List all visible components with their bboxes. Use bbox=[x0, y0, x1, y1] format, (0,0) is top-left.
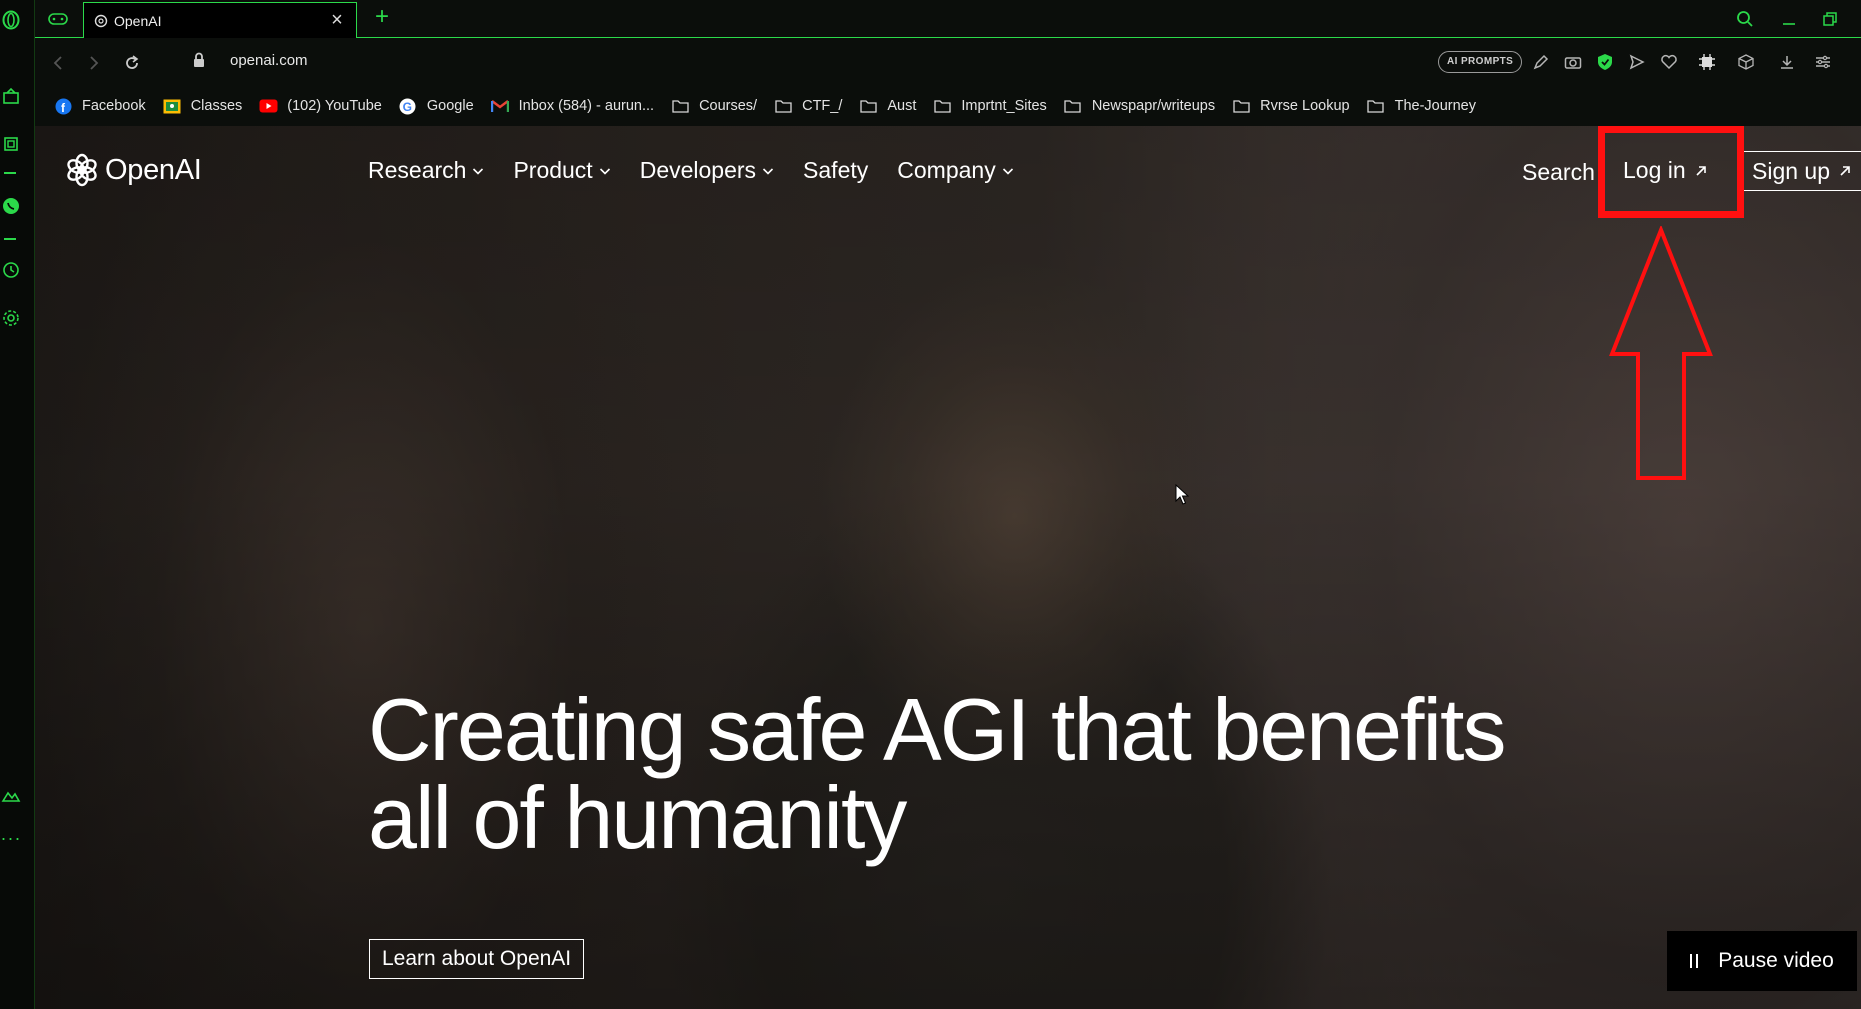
gmail-icon bbox=[490, 97, 510, 115]
tab-title: OpenAI bbox=[114, 12, 162, 29]
learn-about-openai-button[interactable]: Learn about OpenAI bbox=[369, 939, 585, 979]
minimize-icon[interactable] bbox=[1776, 6, 1802, 32]
edit-icon[interactable] bbox=[1529, 50, 1553, 74]
address-bar: openai.com AI PROMPTS bbox=[35, 38, 1861, 86]
pause-video-button[interactable]: Pause video bbox=[1667, 931, 1857, 991]
hero-heading-line-2: all of humanity bbox=[368, 768, 907, 867]
close-tab-icon[interactable]: × bbox=[326, 9, 348, 31]
main-nav: Research Product Developers Safety Compa… bbox=[368, 157, 1043, 184]
lock-icon[interactable] bbox=[192, 52, 206, 73]
up-arrow-annotation bbox=[1609, 226, 1713, 480]
back-icon[interactable] bbox=[45, 50, 71, 76]
bookmark-facebook[interactable]: f Facebook bbox=[53, 97, 146, 115]
mouse-cursor-icon bbox=[1175, 484, 1189, 505]
folder-icon bbox=[858, 97, 878, 115]
login-highlight-box bbox=[1598, 126, 1744, 218]
gx-corner-icon[interactable] bbox=[0, 132, 22, 156]
history-icon[interactable] bbox=[0, 258, 22, 282]
classroom-icon bbox=[162, 97, 182, 115]
logo-text: OpenAI bbox=[105, 153, 202, 186]
hero-heading-line-1: Creating safe AGI that benefits bbox=[368, 680, 1506, 779]
folder-icon bbox=[1063, 97, 1083, 115]
tab-strip: OpenAI × + bbox=[35, 0, 1861, 38]
chevron-down-icon bbox=[599, 167, 610, 175]
bookmark-folder-courses[interactable]: Courses/ bbox=[670, 97, 757, 115]
gx-control-icon[interactable] bbox=[0, 84, 22, 108]
heart-icon[interactable] bbox=[1657, 50, 1681, 74]
side-rail-divider bbox=[4, 172, 16, 174]
chevron-down-icon bbox=[473, 167, 484, 175]
url-field[interactable]: openai.com bbox=[230, 52, 308, 69]
restore-icon[interactable] bbox=[1817, 6, 1843, 32]
shield-icon[interactable] bbox=[1593, 50, 1617, 74]
google-icon: G bbox=[398, 97, 418, 115]
easy-setup-icon[interactable] bbox=[1811, 50, 1835, 74]
signup-button[interactable]: Sign up bbox=[1741, 151, 1861, 191]
bookmark-folder-imprtnt-sites[interactable]: Imprtnt_Sites bbox=[932, 97, 1047, 115]
tab-openai[interactable]: OpenAI × bbox=[83, 2, 357, 38]
openai-homepage: OpenAI Research Product Developers Safet… bbox=[35, 126, 1861, 1009]
nav-research[interactable]: Research bbox=[368, 157, 484, 184]
openai-knot-icon bbox=[65, 153, 99, 187]
facebook-icon: f bbox=[53, 97, 73, 115]
search-tabs-icon[interactable] bbox=[1732, 6, 1758, 32]
bookmark-folder-the-journey[interactable]: The-Journey bbox=[1366, 97, 1476, 115]
reload-icon[interactable] bbox=[119, 50, 145, 76]
bookmark-youtube[interactable]: (102) YouTube bbox=[258, 97, 382, 115]
nav-company[interactable]: Company bbox=[897, 157, 1013, 184]
youtube-icon bbox=[258, 97, 278, 115]
openai-logo[interactable]: OpenAI bbox=[65, 153, 202, 187]
nav-safety[interactable]: Safety bbox=[803, 157, 868, 184]
pause-icon bbox=[1690, 954, 1702, 968]
bookmark-folder-rvrse-lookup[interactable]: Rvrse Lookup bbox=[1231, 97, 1350, 115]
external-arrow-icon bbox=[1840, 166, 1850, 176]
folder-icon bbox=[773, 97, 793, 115]
search-link[interactable]: Search bbox=[1522, 159, 1595, 186]
openai-favicon-icon bbox=[94, 14, 108, 28]
whatsapp-icon[interactable] bbox=[0, 194, 22, 218]
new-tab-icon[interactable]: + bbox=[370, 5, 394, 30]
gx-mods-icon[interactable] bbox=[0, 784, 22, 808]
bookmark-folder-ctf[interactable]: CTF_/ bbox=[773, 97, 842, 115]
download-icon[interactable] bbox=[1775, 50, 1799, 74]
more-icon[interactable]: ··· bbox=[0, 826, 22, 850]
bookmarks-bar: f Facebook Classes (102) YouTube G Googl… bbox=[35, 86, 1861, 126]
bookmark-gmail[interactable]: Inbox (584) - aurun... bbox=[490, 97, 654, 115]
camera-icon[interactable] bbox=[1561, 50, 1585, 74]
ai-prompts-button[interactable]: AI PROMPTS bbox=[1438, 51, 1523, 73]
settings-icon[interactable] bbox=[0, 306, 22, 330]
chevron-down-icon bbox=[1002, 167, 1013, 175]
nav-developers[interactable]: Developers bbox=[640, 157, 774, 184]
send-icon[interactable] bbox=[1625, 50, 1649, 74]
bookmark-classes[interactable]: Classes bbox=[162, 97, 242, 115]
hero-heading: Creating safe AGI that benefits all of h… bbox=[368, 686, 1668, 862]
folder-icon bbox=[1231, 97, 1251, 115]
gamepad-icon[interactable] bbox=[45, 7, 71, 31]
side-rail-divider bbox=[4, 238, 16, 240]
bookmark-google[interactable]: G Google bbox=[398, 97, 474, 115]
folder-icon bbox=[1366, 97, 1386, 115]
browser-side-rail: ··· bbox=[0, 0, 35, 1009]
svg-text:G: G bbox=[403, 100, 412, 114]
chevron-down-icon bbox=[762, 167, 774, 175]
folder-icon bbox=[932, 97, 952, 115]
folder-icon bbox=[670, 97, 690, 115]
ai-chip-icon[interactable] bbox=[1695, 50, 1719, 74]
cube-icon[interactable] bbox=[1734, 50, 1758, 74]
forward-icon[interactable] bbox=[81, 50, 107, 76]
bookmark-folder-aust[interactable]: Aust bbox=[858, 97, 916, 115]
opera-logo-icon[interactable] bbox=[0, 8, 22, 32]
bookmark-folder-newspapr[interactable]: Newspapr/writeups bbox=[1063, 97, 1215, 115]
nav-product[interactable]: Product bbox=[513, 157, 610, 184]
